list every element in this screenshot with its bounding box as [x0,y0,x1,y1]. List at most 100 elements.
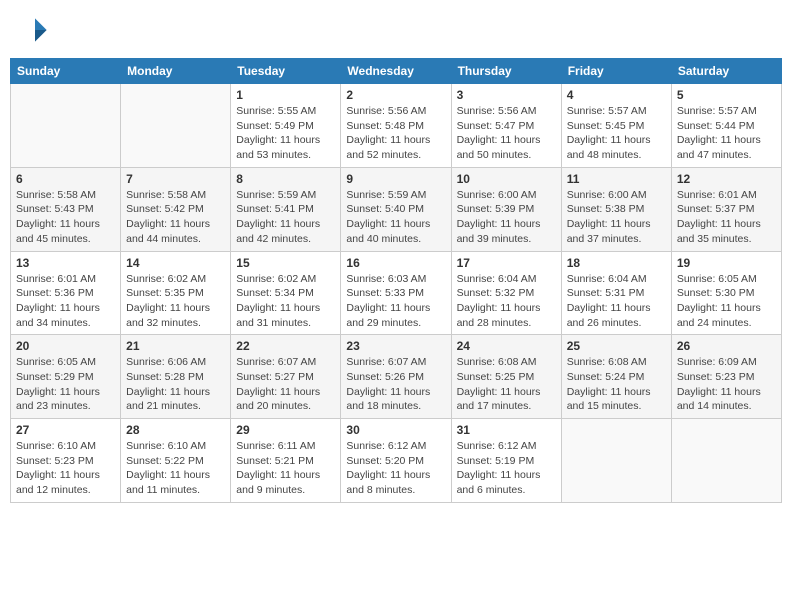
day-number: 16 [346,256,445,270]
sunrise-text: Sunrise: 6:05 AM [677,272,776,287]
calendar-day-cell [671,419,781,503]
calendar-day-cell: 15 Sunrise: 6:02 AMSunset: 5:34 PMDayligh… [231,251,341,335]
sunset-text: Sunset: 5:39 PM [457,202,556,217]
sunrise-text: Sunrise: 6:03 AM [346,272,445,287]
day-of-week-header: Thursday [451,59,561,84]
sunrise-text: Sunrise: 5:57 AM [677,104,776,119]
sunrise-text: Sunrise: 6:05 AM [16,355,115,370]
sunrise-text: Sunrise: 6:07 AM [346,355,445,370]
calendar-day-cell: 25Sunrise: 6:08 AMSunset: 5:24 PMDayligh… [561,335,671,419]
day-info: Sunrise: 5:56 AMSunset: 5:47 PMDaylight:… [457,104,556,163]
calendar-day-cell: 21Sunrise: 6:06 AMSunset: 5:28 PMDayligh… [121,335,231,419]
daylight-text: Daylight: 11 hours and 23 minutes. [16,385,115,414]
day-info: Sunrise: 6:02 AMSunset: 5:34 PMDaylight:… [236,272,335,331]
day-of-week-header: Tuesday [231,59,341,84]
calendar-day-cell: 9Sunrise: 5:59 AMSunset: 5:40 PMDaylight… [341,167,451,251]
daylight-text: Daylight: 11 hours and 40 minutes. [346,217,445,246]
day-of-week-header: Wednesday [341,59,451,84]
calendar-header-row: SundayMondayTuesdayWednesdayThursdayFrid… [11,59,782,84]
calendar-day-cell [121,84,231,168]
daylight-text: Daylight: 11 hours and 52 minutes. [346,133,445,162]
day-info: Sunrise: 6:02 AMSunset: 5:35 PMDaylight:… [126,272,225,331]
day-number: 24 [457,339,556,353]
calendar-day-cell: 26Sunrise: 6:09 AMSunset: 5:23 PMDayligh… [671,335,781,419]
day-number: 15 [236,256,335,270]
day-info: Sunrise: 6:09 AMSunset: 5:23 PMDaylight:… [677,355,776,414]
sunset-text: Sunset: 5:28 PM [126,370,225,385]
day-info: Sunrise: 6:05 AMSunset: 5:29 PMDaylight:… [16,355,115,414]
calendar-day-cell: 5Sunrise: 5:57 AMSunset: 5:44 PMDaylight… [671,84,781,168]
day-number: 8 [236,172,335,186]
sunset-text: Sunset: 5:47 PM [457,119,556,134]
day-number: 2 [346,88,445,102]
day-info: Sunrise: 5:55 AMSunset: 5:49 PMDaylight:… [236,104,335,163]
sunset-text: Sunset: 5:41 PM [236,202,335,217]
calendar-day-cell: 29Sunrise: 6:11 AMSunset: 5:21 PMDayligh… [231,419,341,503]
calendar-day-cell: 22Sunrise: 6:07 AMSunset: 5:27 PMDayligh… [231,335,341,419]
day-info: Sunrise: 6:06 AMSunset: 5:28 PMDaylight:… [126,355,225,414]
daylight-text: Daylight: 11 hours and 44 minutes. [126,217,225,246]
daylight-text: Daylight: 11 hours and 20 minutes. [236,385,335,414]
sunrise-text: Sunrise: 6:04 AM [457,272,556,287]
calendar-day-cell [561,419,671,503]
daylight-text: Daylight: 11 hours and 29 minutes. [346,301,445,330]
daylight-text: Daylight: 11 hours and 53 minutes. [236,133,335,162]
daylight-text: Daylight: 11 hours and 18 minutes. [346,385,445,414]
sunrise-text: Sunrise: 6:08 AM [457,355,556,370]
sunset-text: Sunset: 5:27 PM [236,370,335,385]
sunset-text: Sunset: 5:34 PM [236,286,335,301]
sunset-text: Sunset: 5:35 PM [126,286,225,301]
calendar-day-cell: 1Sunrise: 5:55 AMSunset: 5:49 PMDaylight… [231,84,341,168]
sunrise-text: Sunrise: 6:00 AM [457,188,556,203]
daylight-text: Daylight: 11 hours and 24 minutes. [677,301,776,330]
sunrise-text: Sunrise: 6:11 AM [236,439,335,454]
calendar-day-cell: 27Sunrise: 6:10 AMSunset: 5:23 PMDayligh… [11,419,121,503]
daylight-text: Daylight: 11 hours and 28 minutes. [457,301,556,330]
calendar-day-cell: 2Sunrise: 5:56 AMSunset: 5:48 PMDaylight… [341,84,451,168]
sunset-text: Sunset: 5:40 PM [346,202,445,217]
day-info: Sunrise: 5:58 AMSunset: 5:43 PMDaylight:… [16,188,115,247]
day-info: Sunrise: 5:57 AMSunset: 5:45 PMDaylight:… [567,104,666,163]
sunrise-text: Sunrise: 6:09 AM [677,355,776,370]
daylight-text: Daylight: 11 hours and 21 minutes. [126,385,225,414]
sunset-text: Sunset: 5:45 PM [567,119,666,134]
sunset-text: Sunset: 5:23 PM [16,454,115,469]
day-number: 25 [567,339,666,353]
daylight-text: Daylight: 11 hours and 15 minutes. [567,385,666,414]
sunset-text: Sunset: 5:29 PM [16,370,115,385]
day-number: 28 [126,423,225,437]
daylight-text: Daylight: 11 hours and 48 minutes. [567,133,666,162]
page-header [10,10,782,50]
sunrise-text: Sunrise: 6:12 AM [457,439,556,454]
day-info: Sunrise: 5:59 AMSunset: 5:41 PMDaylight:… [236,188,335,247]
sunset-text: Sunset: 5:33 PM [346,286,445,301]
daylight-text: Daylight: 11 hours and 6 minutes. [457,468,556,497]
sunrise-text: Sunrise: 5:57 AM [567,104,666,119]
day-number: 4 [567,88,666,102]
calendar-day-cell: 4 Sunrise: 5:57 AMSunset: 5:45 PMDaylight… [561,84,671,168]
sunrise-text: Sunrise: 6:04 AM [567,272,666,287]
daylight-text: Daylight: 11 hours and 37 minutes. [567,217,666,246]
sunset-text: Sunset: 5:26 PM [346,370,445,385]
day-info: Sunrise: 6:10 AMSunset: 5:22 PMDaylight:… [126,439,225,498]
calendar-day-cell: 3Sunrise: 5:56 AMSunset: 5:47 PMDaylight… [451,84,561,168]
calendar-day-cell: 17Sunrise: 6:04 AMSunset: 5:32 PMDayligh… [451,251,561,335]
day-number: 6 [16,172,115,186]
day-of-week-header: Saturday [671,59,781,84]
calendar-week-row: 1Sunrise: 5:55 AMSunset: 5:49 PMDaylight… [11,84,782,168]
day-info: Sunrise: 6:01 AMSunset: 5:37 PMDaylight:… [677,188,776,247]
logo-icon [20,15,50,45]
calendar-day-cell: 20Sunrise: 6:05 AMSunset: 5:29 PMDayligh… [11,335,121,419]
calendar-day-cell: 12 Sunrise: 6:01 AMSunset: 5:37 PMDayligh… [671,167,781,251]
calendar-day-cell: 8 Sunrise: 5:59 AMSunset: 5:41 PMDaylight… [231,167,341,251]
sunset-text: Sunset: 5:38 PM [567,202,666,217]
day-of-week-header: Friday [561,59,671,84]
day-info: Sunrise: 6:11 AMSunset: 5:21 PMDaylight:… [236,439,335,498]
day-info: Sunrise: 6:07 AMSunset: 5:27 PMDaylight:… [236,355,335,414]
sunset-text: Sunset: 5:20 PM [346,454,445,469]
day-number: 12 [677,172,776,186]
daylight-text: Daylight: 11 hours and 26 minutes. [567,301,666,330]
sunset-text: Sunset: 5:19 PM [457,454,556,469]
sunset-text: Sunset: 5:22 PM [126,454,225,469]
calendar-day-cell: 24Sunrise: 6:08 AMSunset: 5:25 PMDayligh… [451,335,561,419]
